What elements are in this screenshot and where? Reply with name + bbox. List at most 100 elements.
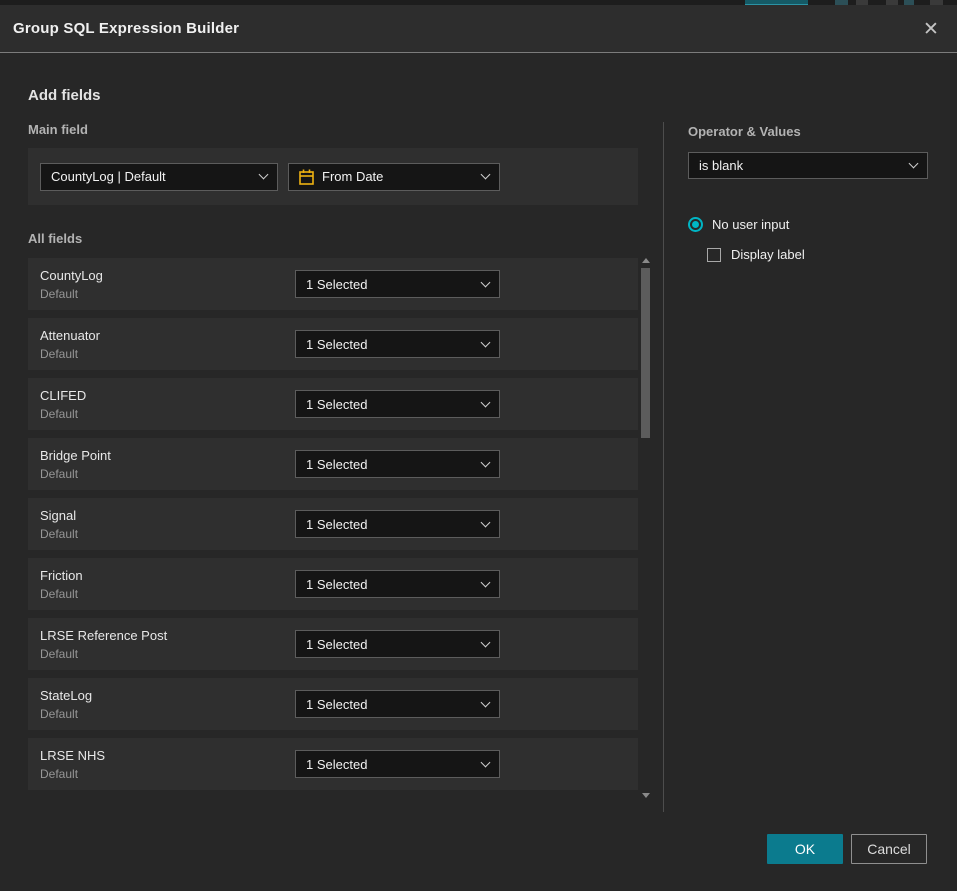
chevron-down-icon <box>909 159 919 169</box>
field-selected-value: 1 Selected <box>306 697 474 712</box>
dialog-body: Add fields Main field CountyLog | Defaul… <box>0 54 957 891</box>
field-selected-value: 1 Selected <box>306 457 474 472</box>
field-name: LRSE Reference Post <box>40 628 295 643</box>
field-row: Signal Default 1 Selected <box>28 498 638 550</box>
chevron-down-icon <box>481 170 491 180</box>
operator-select-value: is blank <box>699 158 902 173</box>
field-selected-dropdown[interactable]: 1 Selected <box>295 270 500 298</box>
field-row: Attenuator Default 1 Selected <box>28 318 638 370</box>
dialog-footer: OK Cancel <box>767 834 927 864</box>
chevron-down-icon <box>481 337 491 347</box>
field-row: CLIFED Default 1 Selected <box>28 378 638 430</box>
field-selected-dropdown[interactable]: 1 Selected <box>295 570 500 598</box>
field-selected-dropdown[interactable]: 1 Selected <box>295 690 500 718</box>
field-name: Friction <box>40 568 295 583</box>
field-row: CountyLog Default 1 Selected <box>28 258 638 310</box>
field-selected-dropdown[interactable]: 1 Selected <box>295 330 500 358</box>
radio-dot <box>692 221 699 228</box>
field-sublabel: Default <box>40 647 295 661</box>
fields-column: Main field CountyLog | Default From Date <box>28 122 651 798</box>
field-sublabel: Default <box>40 467 295 481</box>
chevron-down-icon <box>481 637 491 647</box>
field-name: CountyLog <box>40 268 295 283</box>
ok-button[interactable]: OK <box>767 834 843 864</box>
dialog-header: Group SQL Expression Builder ✕ <box>0 5 957 53</box>
field-selected-value: 1 Selected <box>306 637 474 652</box>
field-row: Bridge Point Default 1 Selected <box>28 438 638 490</box>
checkbox-unchecked-icon[interactable] <box>707 248 721 262</box>
field-name: LRSE NHS <box>40 748 295 763</box>
field-name: Attenuator <box>40 328 295 343</box>
field-selected-dropdown[interactable]: 1 Selected <box>295 750 500 778</box>
field-row: StateLog Default 1 Selected <box>28 678 638 730</box>
field-row: LRSE NHS Default 1 Selected <box>28 738 638 790</box>
chevron-down-icon <box>481 697 491 707</box>
calendar-icon <box>299 169 314 185</box>
field-sublabel: Default <box>40 287 295 301</box>
field-row-text: Bridge Point Default <box>28 448 295 481</box>
operator-select[interactable]: is blank <box>688 152 928 179</box>
field-selected-value: 1 Selected <box>306 337 474 352</box>
dialog-title: Group SQL Expression Builder <box>13 20 239 37</box>
no-user-input-label: No user input <box>712 217 789 232</box>
field-row: Friction Default 1 Selected <box>28 558 638 610</box>
field-row: LRSE Reference Post Default 1 Selected <box>28 618 638 670</box>
operator-column: Operator & Values is blank No user input… <box>664 122 929 262</box>
layer-select-value: CountyLog | Default <box>51 169 252 184</box>
field-row-text: CLIFED Default <box>28 388 295 421</box>
main-field-label: Main field <box>28 122 651 137</box>
field-row-text: CountyLog Default <box>28 268 295 301</box>
field-row-text: LRSE NHS Default <box>28 748 295 781</box>
display-label-text: Display label <box>731 247 805 262</box>
field-selected-value: 1 Selected <box>306 277 474 292</box>
main-field-select-value: From Date <box>322 169 466 184</box>
field-name: Bridge Point <box>40 448 295 463</box>
scrollbar[interactable] <box>641 258 651 798</box>
main-field-panel: CountyLog | Default From Date <box>28 148 638 205</box>
field-row-text: Signal Default <box>28 508 295 541</box>
field-row-text: LRSE Reference Post Default <box>28 628 295 661</box>
chevron-down-icon <box>481 517 491 527</box>
radio-selected-icon <box>688 217 703 232</box>
cancel-button[interactable]: Cancel <box>851 834 927 864</box>
display-label-checkbox-row[interactable]: Display label <box>707 247 929 262</box>
field-selected-value: 1 Selected <box>306 577 474 592</box>
field-sublabel: Default <box>40 707 295 721</box>
field-selected-value: 1 Selected <box>306 757 474 772</box>
chevron-down-icon <box>481 277 491 287</box>
scroll-down-icon[interactable] <box>642 793 650 798</box>
chevron-down-icon <box>259 170 269 180</box>
field-name: StateLog <box>40 688 295 703</box>
field-row-text: Attenuator Default <box>28 328 295 361</box>
field-row-text: Friction Default <box>28 568 295 601</box>
close-icon[interactable]: ✕ <box>918 16 944 42</box>
no-user-input-radio[interactable]: No user input <box>688 217 929 232</box>
field-name: Signal <box>40 508 295 523</box>
scroll-up-icon[interactable] <box>642 258 650 263</box>
field-selected-dropdown[interactable]: 1 Selected <box>295 450 500 478</box>
all-fields-list-wrap: CountyLog Default 1 Selected Attenuator … <box>28 258 651 798</box>
field-selected-dropdown[interactable]: 1 Selected <box>295 390 500 418</box>
field-name: CLIFED <box>40 388 295 403</box>
field-row-text: StateLog Default <box>28 688 295 721</box>
field-sublabel: Default <box>40 527 295 541</box>
layer-select[interactable]: CountyLog | Default <box>40 163 278 191</box>
field-selected-value: 1 Selected <box>306 397 474 412</box>
field-selected-dropdown[interactable]: 1 Selected <box>295 630 500 658</box>
all-fields-list: CountyLog Default 1 Selected Attenuator … <box>28 258 638 798</box>
scrollbar-thumb[interactable] <box>641 268 650 438</box>
chevron-down-icon <box>481 457 491 467</box>
dialog-columns: Main field CountyLog | Default From Date <box>28 122 957 812</box>
section-title: Add fields <box>28 87 101 104</box>
chevron-down-icon <box>481 757 491 767</box>
field-sublabel: Default <box>40 587 295 601</box>
operator-values-label: Operator & Values <box>688 124 929 139</box>
chevron-down-icon <box>481 397 491 407</box>
all-fields-label: All fields <box>28 231 651 246</box>
field-sublabel: Default <box>40 767 295 781</box>
field-sublabel: Default <box>40 407 295 421</box>
main-field-select[interactable]: From Date <box>288 163 500 191</box>
chevron-down-icon <box>481 577 491 587</box>
field-sublabel: Default <box>40 347 295 361</box>
field-selected-dropdown[interactable]: 1 Selected <box>295 510 500 538</box>
